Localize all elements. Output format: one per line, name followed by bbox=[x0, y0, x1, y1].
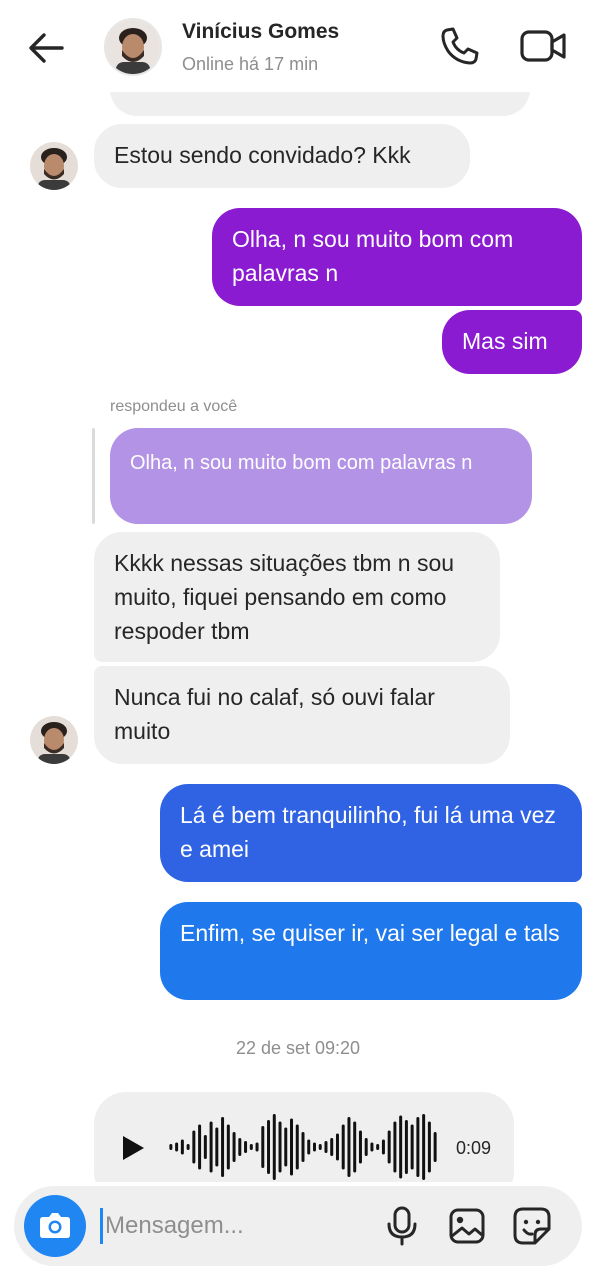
waveform-bar bbox=[238, 1138, 242, 1156]
voice-message[interactable]: 0:09 bbox=[94, 1092, 514, 1182]
waveform-bar bbox=[387, 1130, 391, 1164]
microphone-icon bbox=[387, 1206, 417, 1246]
waveform-bar bbox=[312, 1142, 316, 1152]
back-button[interactable] bbox=[24, 26, 68, 70]
waveform-bar bbox=[284, 1127, 288, 1167]
play-icon bbox=[123, 1136, 144, 1160]
sender-avatar[interactable] bbox=[30, 716, 78, 764]
waveform-bar bbox=[347, 1117, 351, 1177]
waveform-bar bbox=[399, 1115, 403, 1179]
voice-duration: 0:09 bbox=[456, 1138, 492, 1158]
reply-caption: respondeu a você bbox=[110, 398, 238, 415]
waveform-bar bbox=[433, 1132, 437, 1162]
waveform-bar bbox=[169, 1144, 173, 1150]
incoming-message[interactable]: Estou sendo convidado? Kkk bbox=[94, 124, 470, 188]
waveform-bar bbox=[267, 1120, 271, 1174]
contact-avatar[interactable] bbox=[104, 18, 162, 76]
waveform-bar bbox=[307, 1139, 311, 1155]
message-bubble-partial bbox=[110, 92, 530, 116]
phone-icon bbox=[441, 27, 479, 65]
play-button[interactable] bbox=[120, 1134, 146, 1167]
waveform-bar bbox=[422, 1114, 426, 1180]
waveform-bar bbox=[335, 1133, 339, 1161]
waveform-bar bbox=[295, 1124, 299, 1170]
message-list[interactable]: Estou sendo convidado? Kkk Olha, n sou m… bbox=[0, 92, 596, 1182]
waveform-bar bbox=[261, 1126, 265, 1168]
waveform-bar bbox=[221, 1117, 225, 1177]
waveform-bar bbox=[410, 1124, 414, 1170]
waveform-bar bbox=[203, 1135, 207, 1159]
waveform-bar bbox=[370, 1142, 374, 1152]
contact-status: Online há 17 min bbox=[182, 54, 319, 74]
waveform-bar bbox=[255, 1142, 259, 1152]
waveform-bar bbox=[175, 1142, 179, 1152]
waveform-bar bbox=[404, 1120, 408, 1174]
outgoing-message[interactable]: Lá é bem tranquilinho, fui lá uma vez e … bbox=[160, 784, 582, 882]
message-timestamp: 22 de set 09:20 bbox=[235, 1038, 361, 1058]
reply-indicator-line bbox=[92, 428, 95, 524]
call-button[interactable] bbox=[438, 24, 482, 68]
video-camera-icon bbox=[520, 30, 566, 62]
audio-waveform bbox=[169, 1114, 437, 1180]
waveform-bar bbox=[244, 1141, 248, 1153]
microphone-button[interactable] bbox=[384, 1206, 420, 1246]
waveform-bar bbox=[318, 1144, 322, 1150]
message-input[interactable] bbox=[100, 1208, 370, 1244]
waveform-bar bbox=[341, 1124, 345, 1170]
incoming-message[interactable]: Nunca fui no calaf, só ouvi falar muito bbox=[94, 666, 510, 764]
reply-quote[interactable]: Olha, n sou muito bom com palavras n bbox=[110, 428, 532, 524]
waveform-bar bbox=[364, 1138, 368, 1156]
outgoing-message[interactable]: Mas sim bbox=[442, 310, 582, 374]
waveform-bar bbox=[324, 1141, 328, 1153]
arrow-left-icon bbox=[29, 33, 64, 63]
waveform-bar bbox=[353, 1121, 357, 1173]
waveform-bar bbox=[192, 1130, 196, 1164]
camera-button[interactable] bbox=[24, 1195, 86, 1257]
waveform-bar bbox=[198, 1124, 202, 1170]
waveform-bar bbox=[290, 1118, 294, 1176]
waveform-bar bbox=[249, 1144, 253, 1150]
waveform-bar bbox=[381, 1139, 385, 1155]
sticker-icon bbox=[513, 1207, 551, 1245]
waveform-bar bbox=[376, 1144, 380, 1150]
outgoing-message[interactable]: Enfim, se quiser ir, vai ser legal e tal… bbox=[160, 902, 582, 1000]
chat-header: Vinícius Gomes Online há 17 min bbox=[0, 0, 596, 92]
waveform-bar bbox=[278, 1121, 282, 1173]
video-call-button[interactable] bbox=[518, 24, 568, 68]
waveform-bar bbox=[180, 1139, 184, 1155]
sticker-button[interactable] bbox=[512, 1206, 552, 1246]
sender-avatar[interactable] bbox=[30, 142, 78, 190]
waveform-bar bbox=[301, 1132, 305, 1162]
waveform-bar bbox=[226, 1124, 230, 1170]
incoming-message[interactable]: Kkkk nessas situações tbm n sou muito, f… bbox=[94, 532, 500, 662]
gallery-button[interactable] bbox=[448, 1206, 486, 1246]
waveform-bar bbox=[416, 1117, 420, 1177]
waveform-bar bbox=[215, 1127, 219, 1167]
waveform-bar bbox=[393, 1121, 397, 1173]
waveform-bar bbox=[330, 1138, 334, 1156]
waveform-bar bbox=[427, 1121, 431, 1173]
message-composer bbox=[14, 1186, 582, 1266]
waveform-bar bbox=[209, 1121, 213, 1173]
waveform-bar bbox=[272, 1114, 276, 1180]
image-icon bbox=[449, 1208, 485, 1244]
outgoing-message[interactable]: Olha, n sou muito bom com palavras n bbox=[212, 208, 582, 306]
waveform-bar bbox=[186, 1144, 190, 1150]
waveform-bar bbox=[358, 1130, 362, 1164]
camera-icon bbox=[40, 1213, 70, 1238]
waveform-bar bbox=[232, 1132, 236, 1162]
contact-name[interactable]: Vinícius Gomes bbox=[182, 20, 339, 44]
